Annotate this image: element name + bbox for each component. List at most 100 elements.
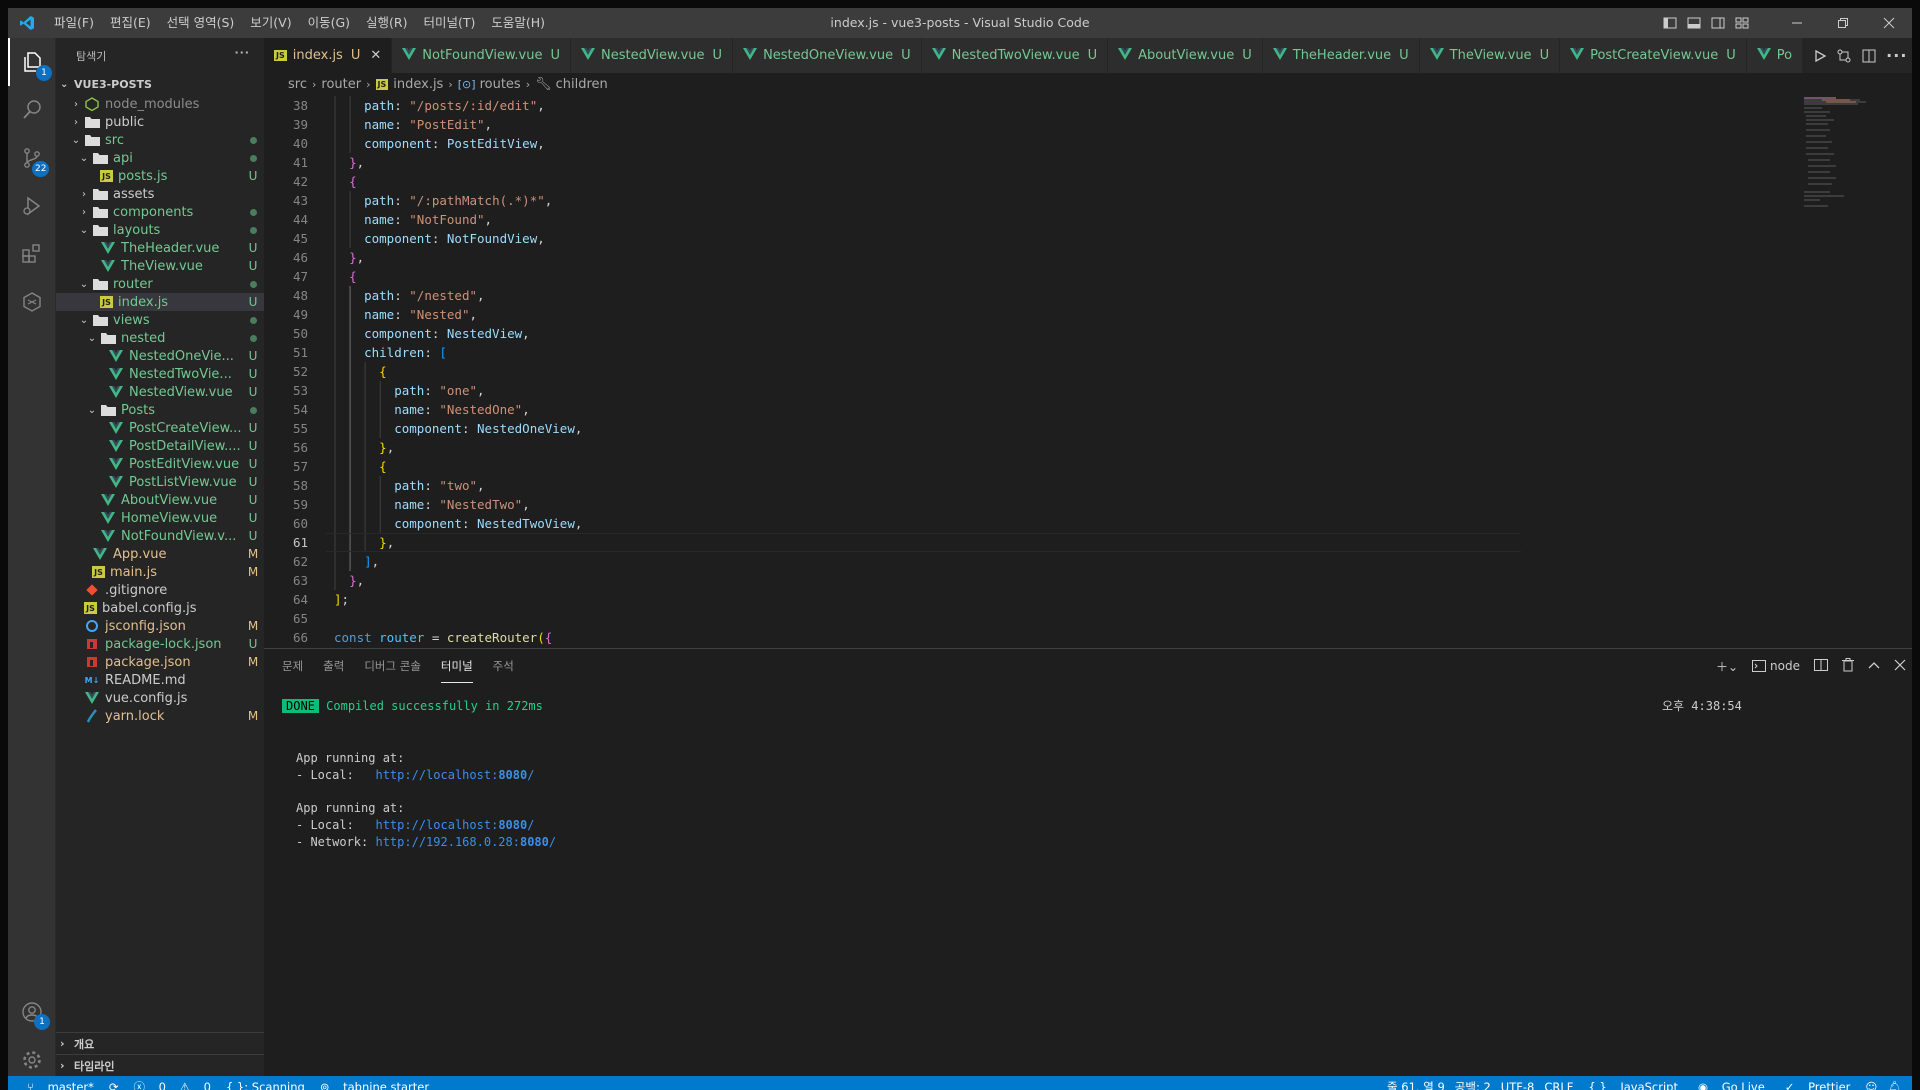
open-changes-icon[interactable] bbox=[1836, 48, 1852, 64]
editor-tab[interactable]: NestedTwoView.vue U bbox=[921, 38, 1109, 73]
tree-item[interactable]: PostDetailView.... U bbox=[56, 437, 264, 455]
toggle-secondary-sidebar-icon[interactable] bbox=[1706, 8, 1730, 38]
problems-status[interactable]: ⓧ 0 ⚠ 0 bbox=[129, 1079, 216, 1090]
indentation[interactable]: 공백: 2 bbox=[1455, 1079, 1491, 1090]
breadcrumb-file[interactable]: index.js bbox=[393, 77, 443, 92]
menu-item[interactable]: 실행(R) bbox=[358, 8, 415, 38]
tree-item[interactable]: PostEditView.vue U bbox=[56, 455, 264, 473]
tree-item[interactable]: HomeView.vue U bbox=[56, 509, 264, 527]
notifications-bell-icon[interactable]: 🔔︎ bbox=[1887, 1080, 1902, 1090]
workspace-root[interactable]: ⌄ VUE3-POSTS bbox=[56, 73, 264, 95]
menu-item[interactable]: 이동(G) bbox=[300, 8, 358, 38]
menu-item[interactable]: 선택 영역(S) bbox=[159, 8, 243, 38]
tree-item[interactable]: PostListView.vue U bbox=[56, 473, 264, 491]
menu-item[interactable]: 도움말(H) bbox=[483, 8, 553, 38]
editor-tab[interactable]: NestedView.vue U bbox=[570, 38, 734, 73]
network-url[interactable]: http://192.168.0.28:8080/ bbox=[375, 835, 556, 849]
menu-item[interactable]: 편집(E) bbox=[102, 8, 159, 38]
close-window-icon[interactable] bbox=[1866, 8, 1912, 38]
editor-more-icon[interactable]: ··· bbox=[1886, 46, 1907, 65]
tree-item[interactable]: NotFoundView.v... U bbox=[56, 527, 264, 545]
accounts-icon[interactable]: 1 bbox=[8, 988, 56, 1036]
editor-tab[interactable]: JS index.js U ✕ bbox=[264, 38, 393, 73]
split-terminal-icon[interactable] bbox=[1814, 658, 1828, 674]
tree-item[interactable]: NestedView.vue U bbox=[56, 383, 264, 401]
tree-item[interactable]: .gitignore bbox=[56, 581, 264, 599]
tree-item[interactable]: ⌄ layouts bbox=[56, 221, 264, 239]
tree-item[interactable]: JS posts.js U bbox=[56, 167, 264, 185]
customize-layout-icon[interactable] bbox=[1730, 8, 1754, 38]
editor-tab[interactable]: NestedOneView.vue U bbox=[733, 38, 922, 73]
tree-item[interactable]: TheHeader.vue U bbox=[56, 239, 264, 257]
minimap[interactable] bbox=[1800, 96, 1912, 648]
split-editor-icon[interactable] bbox=[1861, 48, 1877, 64]
end-of-line[interactable]: CRLF bbox=[1544, 1080, 1573, 1090]
panel-tab[interactable]: 터미널 bbox=[440, 650, 473, 683]
tree-item[interactable]: package.json M bbox=[56, 653, 264, 671]
tree-item[interactable]: ⌄ src bbox=[56, 131, 264, 149]
remote-explorer-icon[interactable] bbox=[8, 278, 56, 326]
breadcrumb-src[interactable]: src bbox=[288, 77, 307, 92]
tree-item[interactable]: ⌄ views bbox=[56, 311, 264, 329]
tree-item[interactable]: vue.config.js bbox=[56, 689, 264, 707]
breadcrumb-children[interactable]: children bbox=[556, 77, 608, 92]
run-debug-icon[interactable] bbox=[8, 182, 56, 230]
tree-item[interactable]: › assets bbox=[56, 185, 264, 203]
menu-item[interactable]: 파일(F) bbox=[46, 8, 102, 38]
more-actions-icon[interactable]: ··· bbox=[234, 46, 250, 59]
minimize-icon[interactable] bbox=[1774, 8, 1820, 38]
go-live-button[interactable]: ◉ Go Live bbox=[1693, 1080, 1770, 1090]
outline-section[interactable]: › 개요 bbox=[56, 1032, 264, 1054]
explorer-icon[interactable]: 1 bbox=[8, 38, 56, 86]
cursor-position[interactable]: 줄 61, 열 9 bbox=[1387, 1079, 1445, 1090]
maximize-panel-icon[interactable] bbox=[1868, 659, 1880, 673]
restore-icon[interactable] bbox=[1820, 8, 1866, 38]
tree-item[interactable]: jsconfig.json M bbox=[56, 617, 264, 635]
tabnine-status[interactable]: ⊚ tabnine starter bbox=[315, 1080, 434, 1090]
toggle-primary-sidebar-icon[interactable] bbox=[1658, 8, 1682, 38]
editor-tab[interactable]: AboutView.vue U bbox=[1108, 38, 1263, 73]
toggle-panel-icon[interactable] bbox=[1682, 8, 1706, 38]
tree-item[interactable]: ⌄ Posts bbox=[56, 401, 264, 419]
tree-item[interactable]: App.vue M bbox=[56, 545, 264, 563]
local-url-2[interactable]: http://localhost:8080/ bbox=[375, 818, 534, 832]
close-tab-icon[interactable]: ✕ bbox=[370, 48, 381, 63]
tree-item[interactable]: › components bbox=[56, 203, 264, 221]
close-panel-icon[interactable] bbox=[1894, 659, 1906, 674]
tree-item[interactable]: ⌄ nested bbox=[56, 329, 264, 347]
branch-status[interactable]: ⑂ master* bbox=[22, 1080, 99, 1090]
tree-item[interactable]: yarn.lock M bbox=[56, 707, 264, 725]
breadcrumb-routes[interactable]: routes bbox=[480, 77, 521, 92]
terminal-shell-icon[interactable]: node bbox=[1752, 659, 1800, 673]
tree-item[interactable]: › public bbox=[56, 113, 264, 131]
menu-item[interactable]: 보기(V) bbox=[242, 8, 299, 38]
prettier-status[interactable]: ✓ Prettier bbox=[1780, 1080, 1856, 1090]
panel-tab[interactable]: 디버그 콘솔 bbox=[364, 650, 421, 682]
editor-tab[interactable]: Po bbox=[1746, 38, 1804, 73]
source-control-icon[interactable]: 22 bbox=[8, 134, 56, 182]
tree-item[interactable]: AboutView.vue U bbox=[56, 491, 264, 509]
search-icon[interactable] bbox=[8, 86, 56, 134]
tree-item[interactable]: JS babel.config.js bbox=[56, 599, 264, 617]
tree-item[interactable]: › node_modules bbox=[56, 95, 264, 113]
editor-tab[interactable]: NotFoundView.vue U bbox=[392, 38, 571, 73]
breadcrumb-router[interactable]: router bbox=[321, 77, 361, 92]
panel-tab[interactable]: 주석 bbox=[493, 650, 514, 682]
scanning-status[interactable]: { }: Scanning bbox=[226, 1080, 305, 1090]
tree-item[interactable]: JS main.js M bbox=[56, 563, 264, 581]
encoding[interactable]: UTF-8 bbox=[1501, 1080, 1535, 1090]
run-icon[interactable] bbox=[1813, 49, 1827, 63]
panel-tab[interactable]: 출력 bbox=[323, 650, 344, 682]
sync-icon[interactable]: ⟳ bbox=[109, 1080, 119, 1090]
kill-terminal-trash-icon[interactable] bbox=[1842, 657, 1854, 675]
editor-tab[interactable]: TheHeader.vue U bbox=[1262, 38, 1420, 73]
feedback-icon[interactable]: ☺ bbox=[1865, 1080, 1877, 1090]
tree-item[interactable]: M↓ README.md bbox=[56, 671, 264, 689]
panel-tab[interactable]: 문제 bbox=[282, 650, 303, 682]
extensions-icon[interactable] bbox=[8, 230, 56, 278]
editor-tab[interactable]: TheView.vue U bbox=[1419, 38, 1561, 73]
menu-item[interactable]: 터미널(T) bbox=[416, 8, 484, 38]
timeline-section[interactable]: › 타임라인 bbox=[56, 1054, 264, 1076]
code-editor[interactable]: 38 path: "/posts/:id/edit", 39 name: "Pos… bbox=[264, 96, 1800, 648]
new-terminal-icon[interactable]: ＋⌄ bbox=[1716, 658, 1738, 675]
